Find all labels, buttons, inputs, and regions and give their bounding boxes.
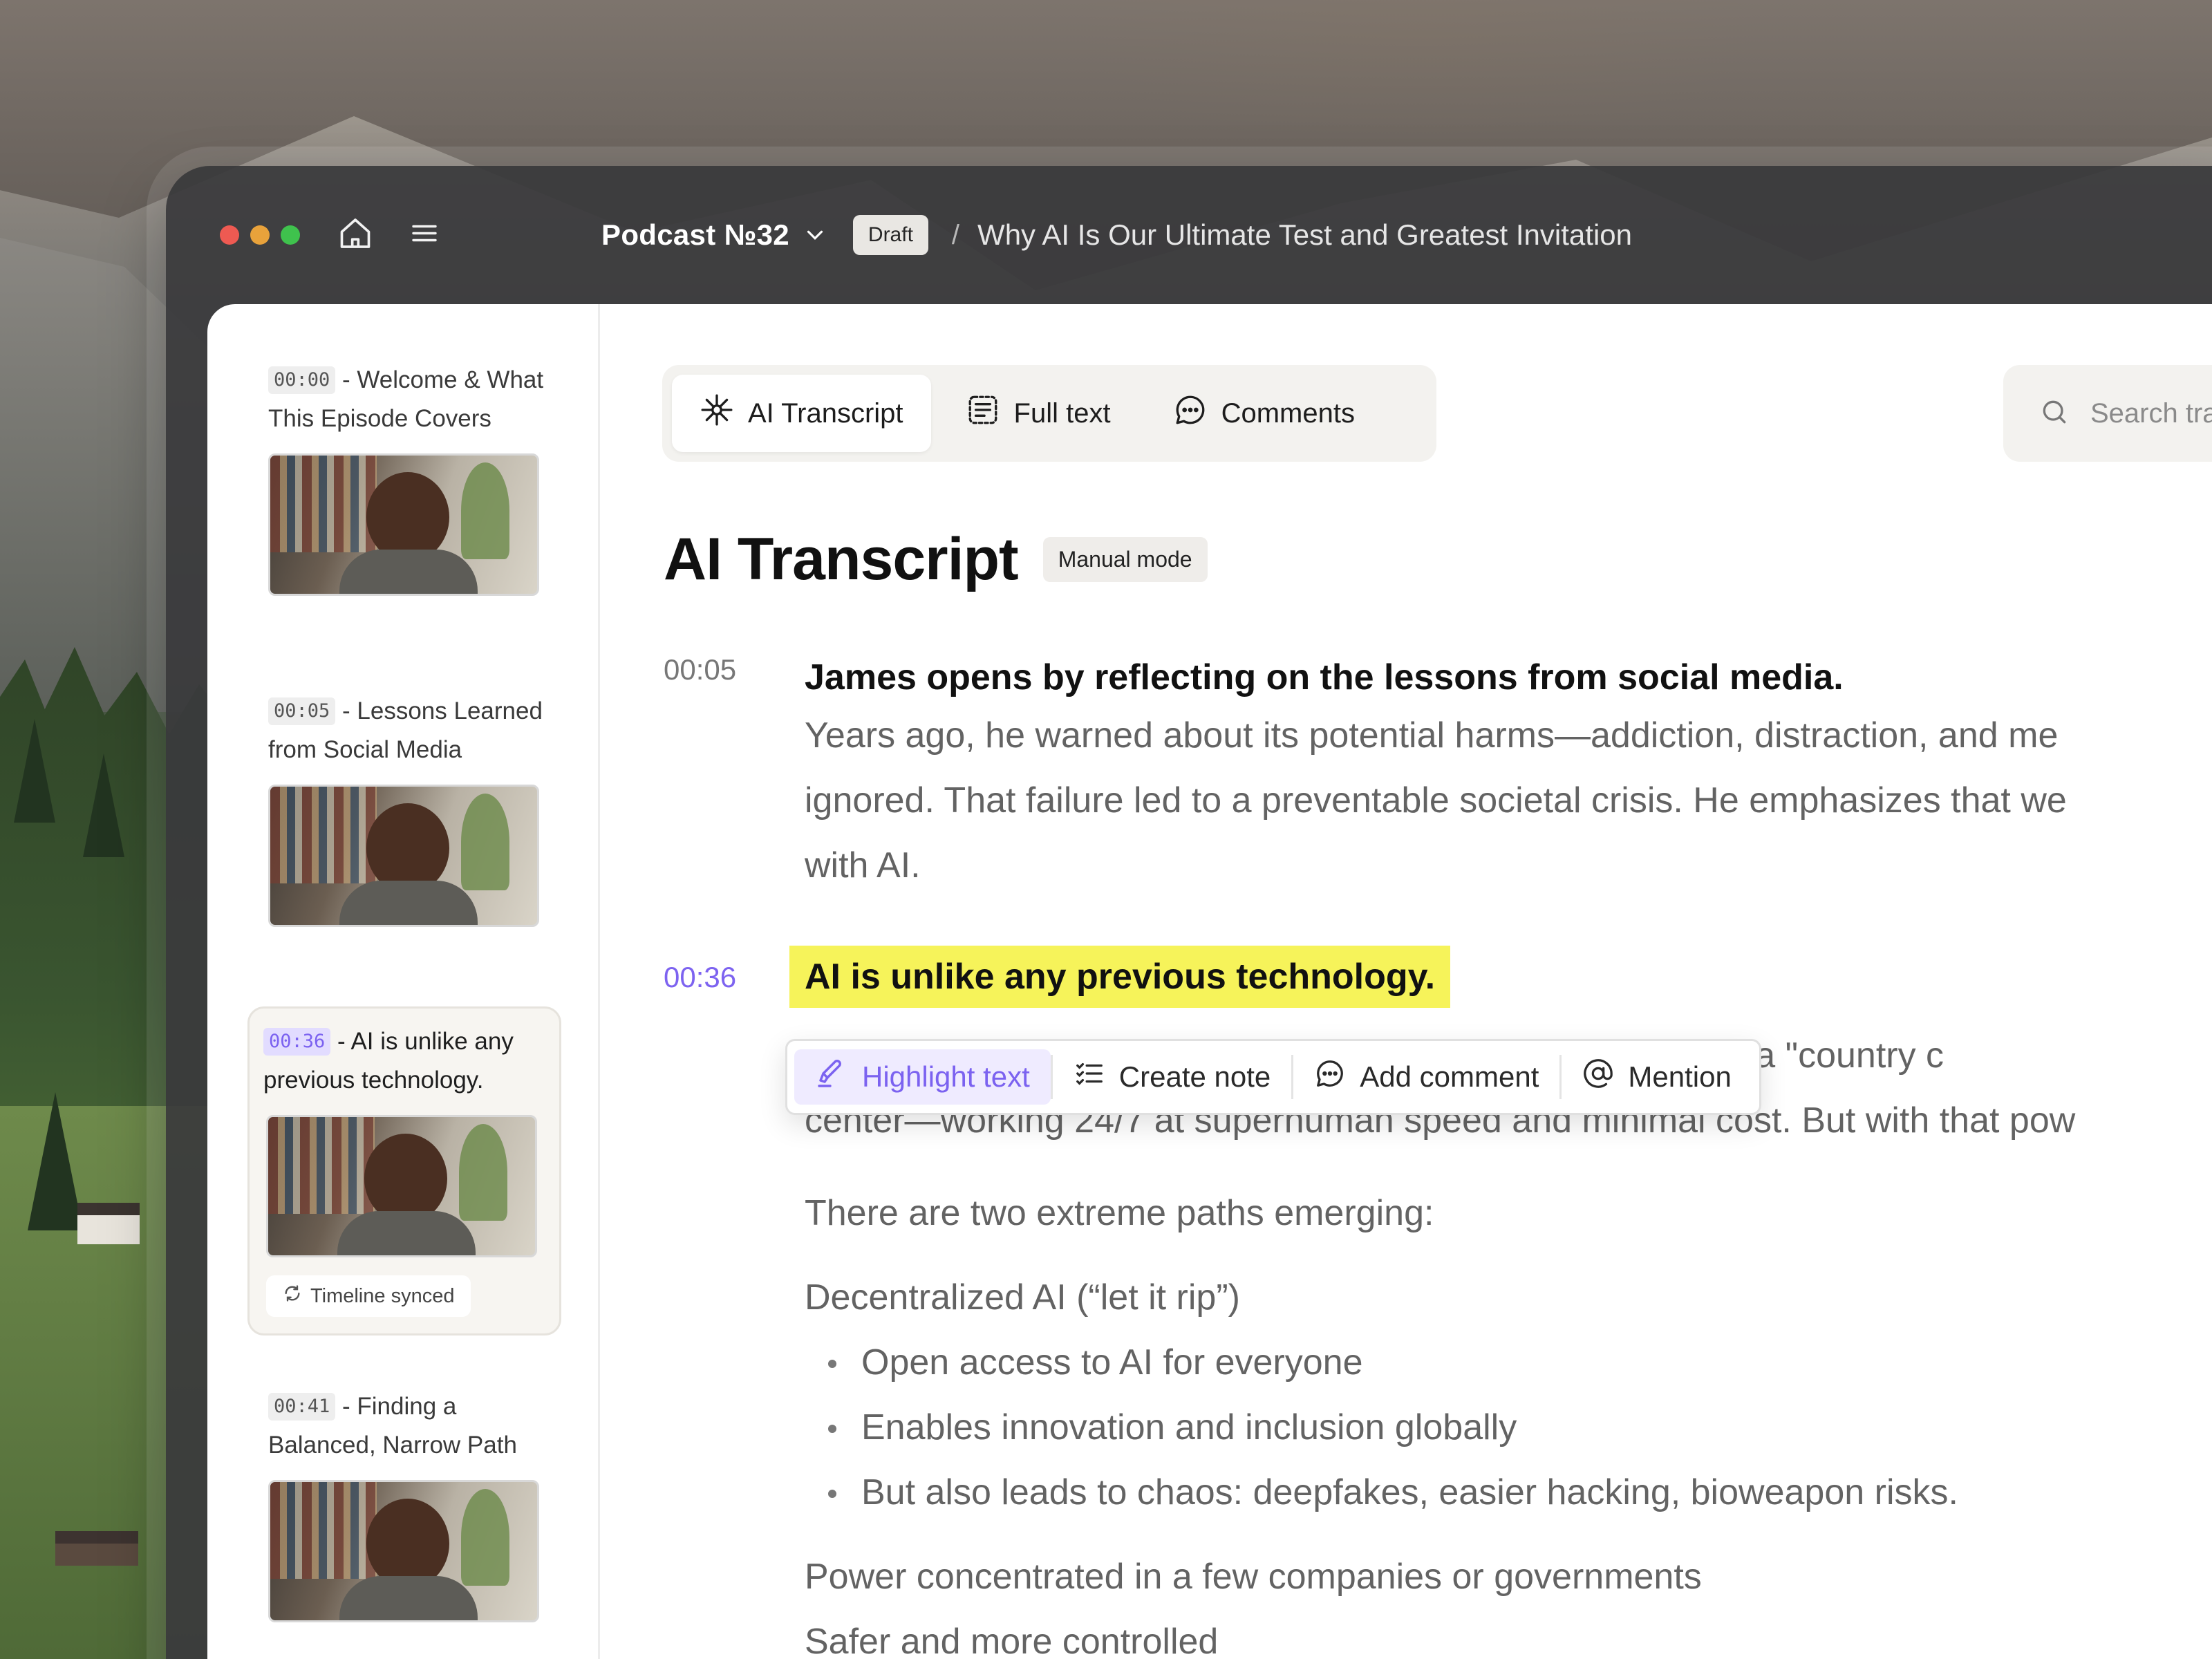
chapter-timestamp: 00:41 (268, 1393, 336, 1421)
status-badge: Draft (852, 215, 928, 255)
comment-icon (1314, 1058, 1346, 1096)
mention-button[interactable]: Mention (1562, 1049, 1752, 1105)
at-sign-icon (1582, 1058, 1614, 1096)
chat-bubble-icon (1173, 393, 1208, 434)
chapter-thumbnail[interactable] (268, 1480, 539, 1622)
chalet (55, 1531, 138, 1566)
chalet (77, 1203, 140, 1244)
chevron-down-icon[interactable] (802, 222, 828, 248)
path-title: Decentralized AI (“let it rip”) (805, 1277, 1240, 1318)
tab-label: Full text (1013, 397, 1111, 429)
chapter-item[interactable]: 00:05 - Lessons Learned from Social Medi… (249, 692, 560, 927)
window-controls (220, 225, 300, 245)
chapter-item[interactable]: 00:41 - Finding a Balanced, Narrow Path (249, 1387, 560, 1622)
chapter-thumbnail[interactable] (266, 1115, 537, 1257)
content-panel: 00:00 - Welcome & What This Episode Cove… (207, 304, 2212, 1659)
chapter-item[interactable]: 00:00 - Welcome & What This Episode Cove… (249, 361, 560, 596)
add-comment-button[interactable]: Add comment (1293, 1049, 1559, 1105)
sparkle-icon (700, 393, 734, 434)
chapter-sidebar: 00:00 - Welcome & What This Episode Cove… (207, 304, 600, 1659)
list-item: Enables innovation and inclusion globall… (828, 1395, 2212, 1460)
hamburger-menu-icon[interactable] (408, 217, 441, 254)
sync-icon (283, 1284, 302, 1309)
search-icon (2039, 397, 2070, 431)
list-item: Open access to AI for everyone (828, 1330, 2212, 1395)
chapter-timestamp: 00:36 (263, 1028, 331, 1056)
maximize-window-button[interactable] (281, 225, 300, 245)
app-window: Podcast №32 Draft / Why AI Is Our Ultima… (166, 166, 2212, 1659)
timeline-synced-chip[interactable]: Timeline synced (266, 1275, 471, 1317)
tool-label: Add comment (1360, 1060, 1539, 1093)
podcast-selector[interactable]: Podcast №32 (601, 218, 789, 252)
episode-title[interactable]: Why AI Is Our Ultimate Test and Greatest… (977, 218, 1632, 252)
entry-paragraph-line: Years ago, he warned about its potential… (805, 715, 2059, 756)
tool-label: Highlight text (862, 1060, 1030, 1093)
home-icon[interactable] (337, 216, 373, 255)
text-lines-icon (966, 393, 1000, 434)
entry-paragraph-line: ignored. That failure led to a preventab… (805, 780, 2067, 821)
title-bar: Podcast №32 Draft / Why AI Is Our Ultima… (166, 166, 2212, 304)
close-window-button[interactable] (220, 225, 239, 245)
bullet-list: Open access to AI for everyone Enables i… (805, 1330, 2212, 1525)
path-line: Power concentrated in a few companies or… (805, 1557, 1702, 1597)
tool-label: Create note (1118, 1060, 1271, 1093)
path-line: Safer and more controlled (805, 1622, 1219, 1659)
tab-ai-transcript[interactable]: AI Transcript (672, 375, 931, 452)
sync-label: Timeline synced (310, 1284, 455, 1307)
entry-timestamp-active[interactable]: 00:36 (664, 961, 736, 994)
transcript-area: AI Transcript Full text Comments Search … (600, 304, 2212, 1659)
page-title: AI Transcript (664, 526, 1019, 592)
entry-timestamp[interactable]: 00:05 (664, 653, 736, 686)
selection-toolbar: Highlight text Create note Add comment M… (785, 1039, 1761, 1115)
chapter-item-active[interactable]: 00:36 - AI is unlike any previous techno… (247, 1006, 561, 1335)
chapter-thumbnail[interactable] (268, 785, 539, 927)
search-input[interactable] (2090, 397, 2212, 429)
chapter-timestamp: 00:00 (268, 366, 336, 394)
chapter-thumbnail[interactable] (268, 453, 539, 596)
tab-label: AI Transcript (748, 397, 903, 429)
tab-full-text[interactable]: Full text (938, 375, 1138, 452)
tab-label: Comments (1221, 397, 1355, 429)
entry-heading: James opens by reflecting on the lessons… (805, 657, 1844, 697)
tool-label: Mention (1628, 1060, 1732, 1093)
entry-paragraph-line: with AI. (805, 845, 921, 885)
breadcrumb-separator: / (951, 219, 960, 250)
paths-intro: There are two extreme paths emerging: (805, 1193, 1434, 1233)
search-box[interactable] (2003, 365, 2212, 462)
tab-comments[interactable]: Comments (1145, 375, 1382, 452)
checklist-icon (1074, 1058, 1105, 1096)
highlighter-icon (815, 1057, 848, 1097)
create-note-button[interactable]: Create note (1053, 1049, 1291, 1105)
mode-badge[interactable]: Manual mode (1042, 537, 1208, 582)
list-item: But also leads to chaos: deepfakes, easi… (828, 1460, 2212, 1525)
minimize-window-button[interactable] (250, 225, 270, 245)
chapter-timestamp: 00:05 (268, 697, 336, 725)
page-header: AI Transcript Manual mode (664, 525, 1208, 594)
breadcrumb: Podcast №32 Draft / Why AI Is Our Ultima… (601, 215, 1632, 255)
view-tabs: AI Transcript Full text Comments (662, 365, 1436, 462)
highlight-text-button[interactable]: Highlight text (794, 1049, 1051, 1105)
highlighted-heading[interactable]: AI is unlike any previous technology. (789, 946, 1451, 1008)
